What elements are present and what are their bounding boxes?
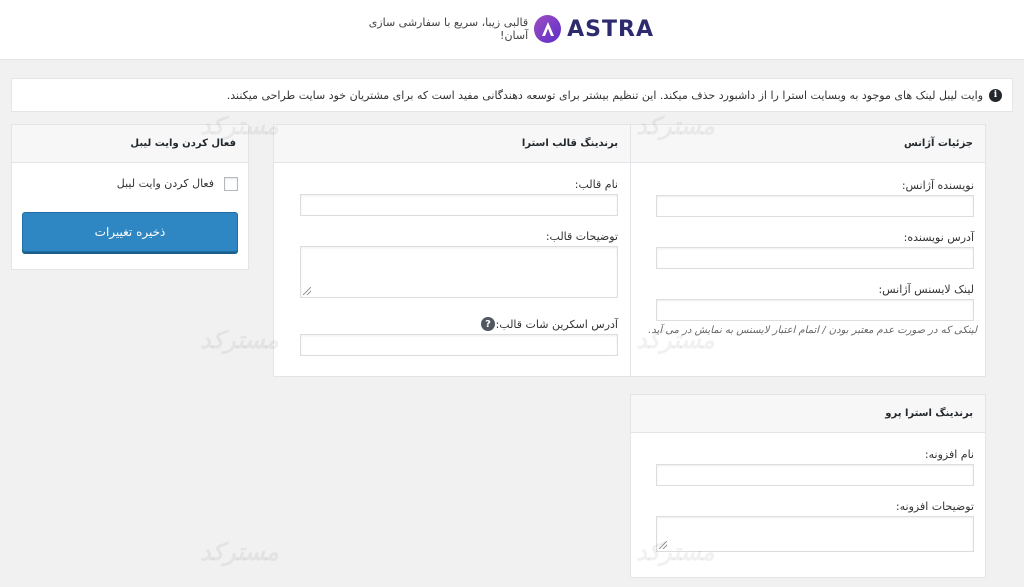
theme-branding-header: برندینگ قالب استرا	[274, 125, 630, 163]
agency-license-input[interactable]	[656, 299, 974, 321]
enable-white-label-title: فعال کردن وایت لیبل	[130, 138, 236, 149]
theme-screenshot-label: آدرس اسکرین شات قالب:	[495, 318, 618, 331]
plugin-name-input[interactable]	[656, 464, 974, 486]
theme-screenshot-input[interactable]	[300, 334, 618, 356]
plugin-description-label: توضیحات افزونه:	[895, 500, 974, 513]
watermark: مسترکد	[200, 538, 279, 566]
agency-license-label: لینک لایسنس آژانس:	[878, 283, 974, 296]
info-icon: i	[989, 88, 1002, 102]
notice-text: وایت لیبل لینک های موجود به وبسایت استرا…	[226, 88, 983, 102]
help-icon[interactable]: ?	[481, 317, 495, 331]
theme-description-textarea[interactable]	[300, 246, 618, 298]
resize-grip-icon[interactable]	[659, 541, 667, 549]
theme-description-label: توضیحات قالب:	[545, 230, 618, 243]
agency-author-input[interactable]	[656, 195, 974, 217]
agency-author-url-input[interactable]	[656, 247, 974, 269]
plugin-description-textarea[interactable]	[656, 516, 974, 552]
top-bar: قالبی زیبا، سریع با سفارشی سازی آسان! AS…	[0, 0, 1024, 60]
resize-grip-icon[interactable]	[303, 287, 311, 295]
astra-logo-icon	[534, 15, 562, 43]
pro-branding-panel: برندینگ استرا پرو نام افزونه: توضیحات اف…	[630, 394, 986, 578]
theme-name-label: نام قالب:	[574, 178, 618, 191]
agency-license-help: لینکی که در صورت عدم معتبر بودن / اتمام …	[648, 325, 977, 336]
pro-branding-header: برندینگ استرا پرو	[631, 395, 985, 433]
theme-branding-panel: برندینگ قالب استرا نام قالب: توضیحات قال…	[273, 124, 631, 377]
agency-details-panel: جزئیات آژانس نویسنده آژانس: آدرس نویسنده…	[630, 124, 986, 377]
agency-author-label: نویسنده آژانس:	[901, 179, 974, 192]
enable-white-label-header: فعال کردن وایت لیبل	[12, 125, 248, 163]
brand-name: ASTRA	[567, 16, 654, 42]
theme-branding-title: برندینگ قالب استرا	[521, 138, 618, 149]
white-label-notice: وایت لیبل لینک های موجود به وبسایت استرا…	[11, 78, 1013, 112]
theme-name-input[interactable]	[300, 194, 618, 216]
enable-white-label-checkbox-label[interactable]: فعال کردن وایت لیبل	[117, 177, 214, 190]
agency-author-url-label: آدرس نویسنده:	[903, 231, 974, 244]
enable-white-label-checkbox[interactable]	[224, 177, 238, 191]
pro-branding-title: برندینگ استرا پرو	[885, 408, 973, 419]
agency-details-title: جزئیات آژانس	[903, 138, 973, 149]
agency-details-header: جزئیات آژانس	[631, 125, 985, 163]
plugin-name-label: نام افزونه:	[924, 448, 974, 461]
save-changes-button[interactable]: ذخیره تغییرات	[22, 212, 238, 252]
brand: قالبی زیبا، سریع با سفارشی سازی آسان! AS…	[344, 12, 654, 46]
watermark: مسترکد	[200, 326, 279, 354]
brand-tagline: قالبی زیبا، سریع با سفارشی سازی آسان!	[368, 16, 529, 42]
